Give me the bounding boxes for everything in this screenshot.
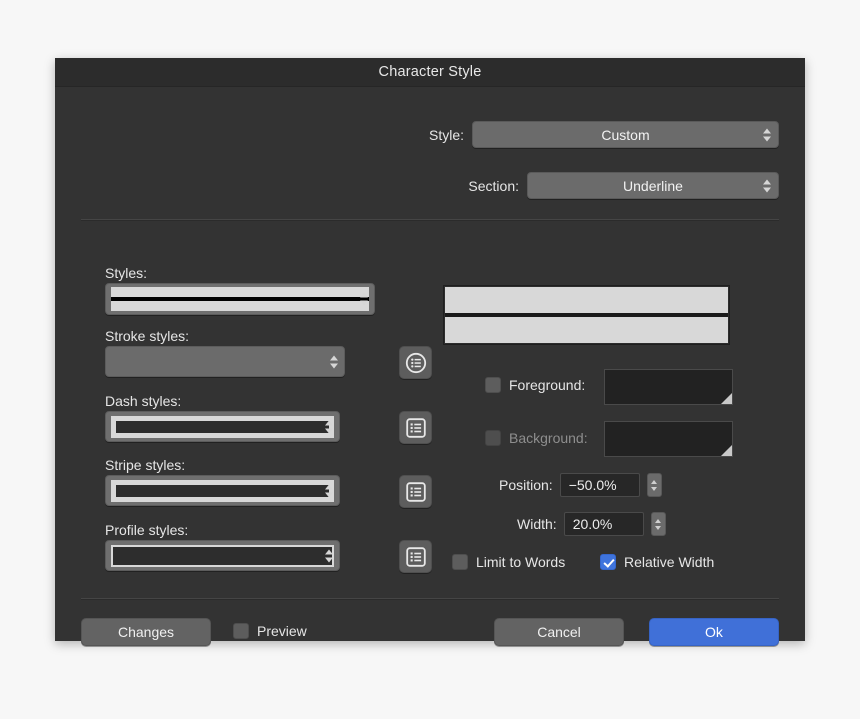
screenshot-canvas: Character Style Style: Custom Section: U… bbox=[0, 0, 860, 719]
list-circle-icon bbox=[405, 352, 426, 373]
preview-band-top bbox=[445, 287, 728, 313]
foreground-checkbox[interactable] bbox=[485, 377, 501, 393]
width-input[interactable]: 20.0% bbox=[563, 512, 644, 536]
profile-styles-combo[interactable] bbox=[105, 540, 340, 571]
width-row: Width: 20.0% bbox=[517, 512, 666, 536]
chevron-updown-icon[interactable] bbox=[325, 484, 333, 497]
relative-width-checkbox[interactable] bbox=[600, 554, 616, 570]
chevron-updown-icon[interactable] bbox=[325, 420, 333, 433]
relative-width-row[interactable]: Relative Width bbox=[600, 554, 714, 570]
chevron-updown-icon bbox=[763, 128, 771, 141]
section-popup-value: Underline bbox=[623, 177, 683, 194]
profile-styles-swatch-area bbox=[106, 541, 339, 570]
position-input[interactable]: −50.0% bbox=[559, 473, 640, 497]
width-label: Width: bbox=[517, 516, 557, 532]
limit-to-words-label: Limit to Words bbox=[476, 554, 566, 570]
background-row: Background: bbox=[485, 430, 588, 446]
section-label: Section: bbox=[468, 177, 519, 194]
background-color-well[interactable] bbox=[604, 421, 733, 457]
preview-checkbox[interactable] bbox=[233, 623, 249, 639]
limit-to-words-row[interactable]: Limit to Words bbox=[452, 554, 565, 570]
foreground-label: Foreground: bbox=[509, 377, 586, 393]
ok-button[interactable]: Ok bbox=[649, 618, 779, 646]
changes-button[interactable]: Changes bbox=[81, 618, 211, 646]
style-popup-value: Custom bbox=[601, 126, 650, 143]
dash-pattern-swatch-icon bbox=[111, 415, 334, 438]
section-row: Section: Underline bbox=[468, 172, 779, 199]
stroke-styles-label: Stroke styles: bbox=[105, 328, 190, 344]
chevron-updown-icon[interactable] bbox=[360, 292, 368, 306]
foreground-row: Foreground: bbox=[485, 377, 585, 393]
cancel-button[interactable]: Cancel bbox=[494, 618, 624, 646]
style-row: Style: Custom bbox=[429, 121, 779, 148]
style-popup-button[interactable]: Custom bbox=[472, 121, 779, 148]
solid-underline-swatch-icon bbox=[111, 287, 369, 311]
preview-row[interactable]: Preview bbox=[233, 623, 307, 639]
dash-styles-label: Dash styles: bbox=[105, 393, 182, 409]
preview-label: Preview bbox=[257, 623, 307, 639]
stripe-pattern-swatch-icon bbox=[111, 479, 334, 502]
background-label: Background: bbox=[509, 430, 588, 446]
stripe-styles-list-button[interactable] bbox=[399, 475, 432, 508]
dialog-title: Character Style bbox=[378, 64, 482, 80]
section-popup-button[interactable]: Underline bbox=[527, 172, 779, 199]
background-checkbox[interactable] bbox=[485, 430, 501, 446]
list-square-icon bbox=[405, 546, 426, 567]
list-square-icon bbox=[405, 481, 426, 502]
character-style-dialog: Character Style Style: Custom Section: U… bbox=[55, 58, 805, 646]
list-square-icon bbox=[405, 417, 426, 438]
position-label: Position: bbox=[499, 477, 553, 493]
styles-label: Styles: bbox=[105, 265, 148, 281]
limit-to-words-checkbox[interactable] bbox=[452, 554, 468, 570]
profile-pattern-swatch-icon bbox=[111, 544, 334, 567]
style-label: Style: bbox=[428, 126, 464, 143]
dash-styles-combo[interactable] bbox=[105, 411, 340, 442]
relative-width-label: Relative Width bbox=[624, 554, 715, 570]
preview-band-bottom bbox=[445, 317, 728, 343]
styles-swatch-area bbox=[106, 284, 374, 314]
stripe-styles-combo[interactable] bbox=[105, 475, 340, 506]
position-row: Position: −50.0% bbox=[499, 473, 662, 497]
dash-styles-list-button[interactable] bbox=[399, 411, 432, 444]
footer-separator bbox=[81, 598, 779, 600]
empty-swatch-icon bbox=[111, 352, 339, 372]
dialog-body: Style: Custom Section: Underline Styles:… bbox=[55, 87, 805, 646]
profile-styles-label: Profile styles: bbox=[105, 522, 189, 538]
width-stepper[interactable] bbox=[650, 512, 666, 536]
stripe-styles-swatch-area bbox=[106, 476, 339, 505]
header-separator bbox=[81, 219, 779, 221]
foreground-color-well[interactable] bbox=[604, 369, 733, 405]
dash-styles-swatch-area bbox=[106, 412, 339, 441]
chevron-updown-icon[interactable] bbox=[330, 355, 338, 368]
profile-styles-list-button[interactable] bbox=[399, 540, 432, 573]
chevron-updown-icon[interactable] bbox=[325, 549, 333, 562]
stroke-styles-combo[interactable] bbox=[105, 346, 345, 377]
dialog-titlebar: Character Style bbox=[55, 58, 805, 87]
stroke-styles-list-button[interactable] bbox=[399, 346, 432, 379]
chevron-updown-icon bbox=[763, 179, 771, 192]
position-stepper[interactable] bbox=[646, 473, 662, 497]
styles-combo[interactable] bbox=[105, 283, 375, 315]
stroke-styles-swatch-area bbox=[106, 347, 344, 376]
underline-preview bbox=[443, 285, 730, 345]
stripe-styles-label: Stripe styles: bbox=[105, 457, 186, 473]
